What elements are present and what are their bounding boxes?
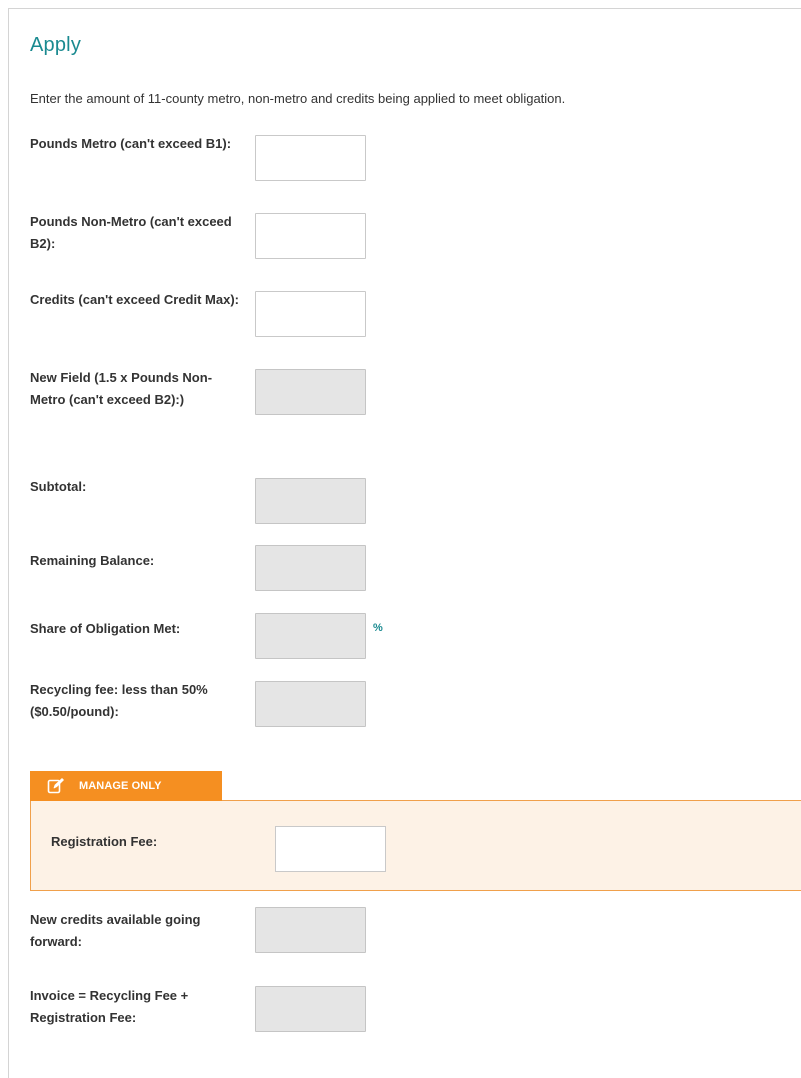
new-credits-output <box>255 907 366 953</box>
invoice-label: Invoice = Recycling Fee + Registration F… <box>30 988 189 1025</box>
edit-icon <box>47 777 65 795</box>
section-title: Apply <box>30 34 82 56</box>
new-credits-label: New credits available going forward: <box>30 912 201 949</box>
new-field-output <box>255 369 366 415</box>
new-field-label: New Field (1.5 x Pounds Non-Metro (can't… <box>30 370 213 407</box>
registration-fee-label: Registration Fee: <box>51 834 158 849</box>
recycling-fee-label: Recycling fee: less than 50% ($0.50/poun… <box>30 682 208 719</box>
share-of-obligation-label: Share of Obligation Met: <box>30 621 181 636</box>
pounds-metro-label: Pounds Metro (can't exceed B1): <box>30 136 232 151</box>
percent-unit: % <box>373 622 383 634</box>
subtotal-label: Subtotal: <box>30 479 87 494</box>
subtotal-output <box>255 478 366 524</box>
manage-only-tab: MANAGE ONLY <box>30 771 222 801</box>
pounds-metro-input[interactable] <box>255 135 366 181</box>
invoice-output <box>255 986 366 1032</box>
section-intro: Enter the amount of 11-county metro, non… <box>30 91 566 106</box>
manage-only-tab-label: MANAGE ONLY <box>79 780 162 792</box>
credits-label: Credits (can't exceed Credit Max): <box>30 292 239 307</box>
share-of-obligation-output <box>255 613 366 659</box>
registration-fee-input[interactable] <box>275 826 386 872</box>
pounds-non-metro-input[interactable] <box>255 213 366 259</box>
manage-only-panel: Registration Fee: <box>30 800 801 891</box>
recycling-fee-output <box>255 681 366 727</box>
remaining-balance-output <box>255 545 366 591</box>
remaining-balance-label: Remaining Balance: <box>30 553 155 568</box>
pounds-non-metro-label: Pounds Non-Metro (can't exceed B2): <box>30 214 232 251</box>
credits-input[interactable] <box>255 291 366 337</box>
